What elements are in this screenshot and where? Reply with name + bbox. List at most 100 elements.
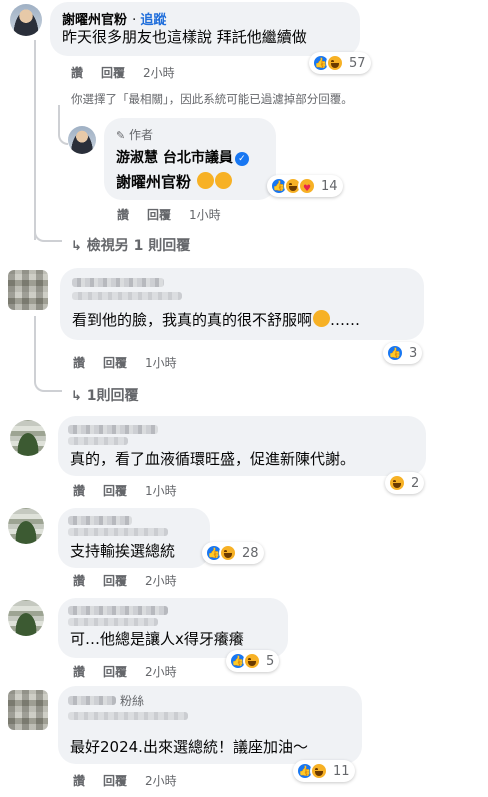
avatar[interactable]: [8, 270, 48, 310]
haha-icon: [310, 762, 328, 780]
reply-action[interactable]: 回覆: [103, 482, 127, 499]
commenter-name[interactable]: [68, 516, 132, 525]
avatar[interactable]: [10, 420, 46, 456]
comment-bubble: ✎ 作者 游淑慧 台北市議員 ✓ 謝曜州官粉: [104, 118, 276, 200]
thread-connector: [34, 220, 62, 242]
like-action[interactable]: 讚: [73, 482, 85, 499]
reaction-count: 3: [409, 345, 418, 361]
reaction-summary[interactable]: 👍 28: [202, 542, 264, 564]
comment-actions: 讚 回覆 2小時: [73, 663, 195, 680]
reaction-count: 14: [321, 178, 338, 194]
avatar[interactable]: [8, 690, 48, 730]
commenter-name[interactable]: 謝曜州官粉: [62, 13, 127, 28]
reaction-count: 28: [242, 545, 259, 561]
reply-arrow-icon: ↳: [71, 239, 82, 254]
haha-icon: [219, 544, 237, 562]
reaction-count: 2: [411, 475, 420, 491]
comment-bubble: 支持輸挨選總統: [58, 508, 210, 568]
reaction-summary[interactable]: 👍 57: [309, 52, 371, 74]
commenter-name[interactable]: 游淑慧 台北市議員: [116, 150, 233, 166]
view-more-replies[interactable]: ↳ 1則回覆: [71, 385, 139, 405]
like-action[interactable]: 讚: [73, 354, 85, 371]
reply-action[interactable]: 回覆: [103, 572, 127, 589]
fan-badge: 粉絲: [120, 694, 145, 708]
comment-text: 最好2024.出來選總統！議座加油～: [70, 738, 308, 756]
avatar[interactable]: [8, 600, 44, 636]
commenter-subtitle: [68, 618, 158, 626]
timestamp[interactable]: 1小時: [145, 354, 177, 371]
comment-bubble: 真的，看了血液循環旺盛，促進新陳代謝。: [58, 416, 426, 476]
reaction-count: 11: [333, 763, 350, 779]
comment-text: 支持輸挨選總統: [70, 542, 176, 560]
reaction-summary[interactable]: 2: [385, 472, 425, 494]
haha-icon: [326, 54, 344, 72]
reply-action[interactable]: 回覆: [103, 663, 127, 680]
haha-icon: [243, 652, 261, 670]
like-action[interactable]: 讚: [117, 206, 129, 223]
avatar[interactable]: [10, 4, 42, 36]
timestamp[interactable]: 2小時: [145, 772, 177, 789]
comment-text: 昨天很多朋友也這樣說 拜託他繼續做: [62, 28, 307, 46]
commenter-name[interactable]: [68, 696, 116, 705]
thread-connector: [34, 370, 62, 392]
reply-action[interactable]: 回覆: [103, 772, 127, 789]
comment-text: 看到他的臉，我真的真的很不舒服啊……: [72, 310, 361, 329]
comment-actions: 讚 回覆 2小時: [71, 64, 193, 81]
follow-button[interactable]: 追蹤: [140, 13, 166, 28]
reply-arrow-icon: ↳: [71, 389, 82, 404]
like-icon: 👍: [386, 344, 404, 362]
author-badge: 作者: [129, 128, 154, 142]
comment-text: 謝曜州官粉: [116, 172, 233, 192]
comment-actions: 讚 回覆 1小時: [73, 354, 195, 371]
comment-text: 可…他總是讓人x得牙癢癢: [70, 630, 244, 648]
reaction-summary[interactable]: 👍 11: [293, 760, 355, 782]
reply-action[interactable]: 回覆: [101, 64, 125, 81]
haha-icon: [388, 474, 406, 492]
reaction-count: 57: [349, 55, 366, 71]
avatar[interactable]: [68, 126, 96, 154]
reaction-summary[interactable]: 👍 14: [267, 175, 343, 197]
commenter-subtitle: [72, 292, 182, 300]
commenter-name[interactable]: [72, 278, 164, 287]
timestamp[interactable]: 2小時: [145, 663, 177, 680]
commenter-subtitle: [68, 528, 168, 536]
pencil-icon: ✎: [116, 129, 126, 142]
verified-badge-icon: ✓: [234, 152, 249, 166]
thread-line: [34, 40, 36, 240]
comment-actions: 讚 回覆 1小時: [73, 482, 195, 499]
thread-line: [34, 316, 36, 374]
comment-bubble: 謝曜州官粉 · 追蹤 昨天很多朋友也這樣說 拜託他繼續做: [50, 2, 360, 56]
reaction-count: 5: [266, 653, 275, 669]
view-more-replies[interactable]: ↳ 檢視另 1 則回覆: [71, 235, 190, 255]
rolling-laughing-icon: [197, 172, 215, 189]
like-action[interactable]: 讚: [73, 663, 85, 680]
timestamp[interactable]: 1小時: [145, 482, 177, 499]
mention-link[interactable]: 謝曜州官粉: [116, 173, 191, 191]
care-icon: [298, 177, 316, 195]
timestamp[interactable]: 2小時: [145, 572, 177, 589]
comment-bubble: 粉絲 最好2024.出來選總統！議座加油～: [58, 686, 362, 764]
reply-action[interactable]: 回覆: [147, 206, 171, 223]
reaction-summary[interactable]: 👍 5: [226, 650, 280, 672]
comment-text: 真的，看了血液循環旺盛，促進新陳代謝。: [70, 450, 356, 468]
timestamp[interactable]: 2小時: [143, 64, 175, 81]
commenter-name[interactable]: [68, 606, 168, 615]
like-action[interactable]: 讚: [73, 572, 85, 589]
commenter-name[interactable]: [68, 425, 158, 434]
rolling-laughing-icon: [215, 172, 233, 189]
filter-notice: 你選擇了「最相關」，因此系統可能已過濾掉部分回覆。: [71, 92, 353, 106]
comment-bubble: 可…他總是讓人x得牙癢癢: [58, 598, 288, 658]
commenter-subtitle: [68, 712, 188, 720]
reply-action[interactable]: 回覆: [103, 354, 127, 371]
comment-actions: 讚 回覆 1小時: [117, 206, 239, 223]
avatar[interactable]: [8, 508, 44, 544]
comment-actions: 讚 回覆 2小時: [73, 572, 195, 589]
timestamp[interactable]: 1小時: [189, 206, 221, 223]
comment-actions: 讚 回覆 2小時: [73, 772, 195, 789]
like-action[interactable]: 讚: [73, 772, 85, 789]
thread-connector: [58, 105, 68, 145]
commenter-subtitle: [68, 437, 128, 445]
comment-bubble: 看到他的臉，我真的真的很不舒服啊……: [60, 268, 424, 340]
like-action[interactable]: 讚: [71, 64, 83, 81]
reaction-summary[interactable]: 👍 3: [383, 342, 423, 364]
